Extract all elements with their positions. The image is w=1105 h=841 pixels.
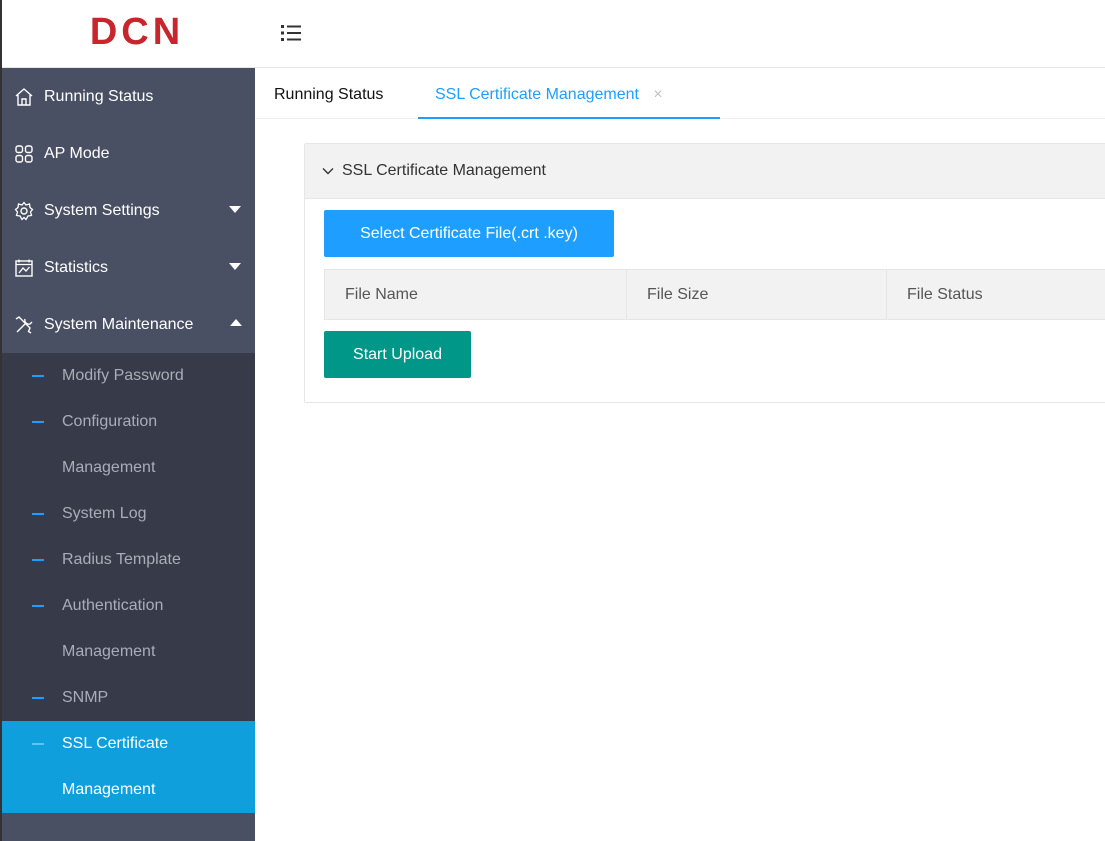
submenu-item-label: Authentication bbox=[62, 597, 164, 614]
submenu-item-label: System Log bbox=[62, 505, 147, 522]
sidebar-item-label: System Maintenance bbox=[44, 315, 194, 333]
submenu-item-system-log[interactable]: System Log bbox=[2, 491, 255, 537]
dash-icon bbox=[32, 697, 44, 699]
logo-area: DCN bbox=[0, 0, 255, 68]
sidebar-item-label: Running Status bbox=[44, 87, 154, 105]
svg-text:DCN: DCN bbox=[90, 12, 184, 52]
top-header: DCN bbox=[0, 0, 1105, 68]
sidebar-item-running-status[interactable]: Running Status bbox=[2, 68, 255, 125]
dash-icon bbox=[32, 513, 44, 515]
sidebar-item-ap-mode[interactable]: AP Mode bbox=[2, 125, 255, 182]
submenu-item-label: Configuration bbox=[62, 413, 158, 430]
select-certificate-button[interactable]: Select Certificate File(.crt .key) bbox=[324, 210, 614, 257]
tab-label: SSL Certificate Management bbox=[435, 86, 639, 103]
column-header-file-size: File Size bbox=[626, 269, 887, 320]
submenu-item-label: Modify Password bbox=[62, 367, 184, 384]
sidebar: Running Status AP Mode System Settings S… bbox=[0, 68, 255, 841]
sidebar-item-statistics[interactable]: Statistics bbox=[2, 239, 255, 296]
calendar-chart-icon bbox=[15, 259, 33, 277]
submenu-item-configuration-management[interactable]: Configuration Management bbox=[2, 399, 255, 491]
tab-running-status[interactable]: Running Status bbox=[274, 69, 383, 119]
caret-up-icon bbox=[230, 319, 242, 326]
panel-header[interactable]: SSL Certificate Management bbox=[305, 144, 1105, 199]
close-icon[interactable]: × bbox=[653, 69, 662, 121]
submenu-item-radius-template[interactable]: Radius Template bbox=[2, 537, 255, 583]
submenu-item-label: SSL Certificate bbox=[62, 735, 169, 752]
gear-icon bbox=[14, 200, 34, 221]
dash-icon bbox=[32, 375, 44, 377]
table-header-row: File Name File Size File Status bbox=[324, 269, 1105, 320]
submenu-item-label-line2: Management bbox=[62, 459, 156, 476]
tools-icon bbox=[15, 315, 33, 334]
sidebar-item-label: System Settings bbox=[44, 201, 160, 219]
submenu-system-maintenance: Modify Password Configuration Management… bbox=[2, 353, 255, 813]
chevron-down-icon bbox=[322, 168, 334, 175]
submenu-item-snmp[interactable]: SNMP bbox=[2, 675, 255, 721]
menu-toggle-icon[interactable] bbox=[280, 22, 302, 44]
grid-icon bbox=[15, 144, 33, 163]
column-header-file-status: File Status bbox=[886, 269, 1105, 320]
caret-down-icon bbox=[229, 263, 241, 270]
sidebar-bottom bbox=[2, 813, 255, 841]
column-header-file-name: File Name bbox=[324, 269, 627, 320]
submenu-item-ssl-certificate-management[interactable]: SSL Certificate Management bbox=[2, 721, 255, 813]
dcn-logo: DCN bbox=[90, 12, 184, 52]
panel-title: SSL Certificate Management bbox=[342, 162, 546, 179]
sidebar-item-system-settings[interactable]: System Settings bbox=[2, 182, 255, 239]
caret-down-icon bbox=[229, 206, 241, 213]
dash-icon bbox=[32, 605, 44, 607]
dash-icon bbox=[32, 559, 44, 561]
sidebar-item-system-maintenance[interactable]: System Maintenance bbox=[2, 296, 255, 353]
dash-icon bbox=[32, 421, 44, 423]
submenu-item-label-line2: Management bbox=[62, 643, 156, 660]
tab-bar: Running Status SSL Certificate Managemen… bbox=[256, 69, 1105, 119]
dash-icon bbox=[32, 743, 44, 745]
submenu-item-authentication-management[interactable]: Authentication Management bbox=[2, 583, 255, 675]
home-icon bbox=[15, 87, 33, 106]
sidebar-item-label: Statistics bbox=[44, 258, 109, 276]
ssl-certificate-panel: SSL Certificate Management Select Certif… bbox=[304, 143, 1105, 403]
start-upload-button[interactable]: Start Upload bbox=[324, 331, 471, 378]
tab-ssl-certificate-management[interactable]: SSL Certificate Management × bbox=[418, 69, 720, 119]
submenu-item-label-line2: Management bbox=[62, 781, 156, 798]
sidebar-item-label: AP Mode bbox=[44, 144, 110, 162]
tab-label: Running Status bbox=[274, 86, 384, 103]
submenu-item-label: SNMP bbox=[62, 689, 109, 706]
file-table: File Name File Size File Status bbox=[324, 269, 1105, 320]
submenu-item-label: Radius Template bbox=[62, 551, 181, 568]
submenu-item-modify-password[interactable]: Modify Password bbox=[2, 353, 255, 399]
